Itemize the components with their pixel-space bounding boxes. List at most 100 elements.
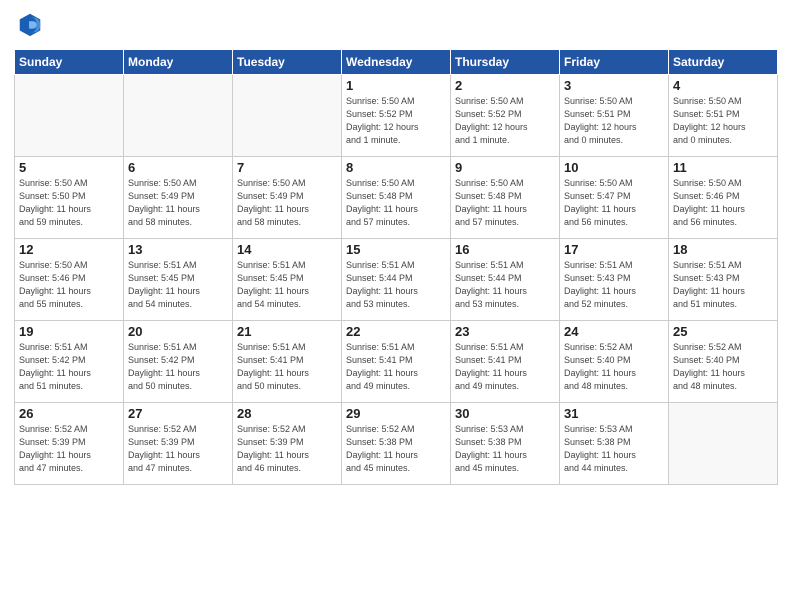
day-number: 12: [19, 242, 119, 257]
day-info: Sunrise: 5:51 AM Sunset: 5:42 PM Dayligh…: [19, 341, 119, 393]
day-info: Sunrise: 5:50 AM Sunset: 5:49 PM Dayligh…: [237, 177, 337, 229]
calendar-cell: 9 Sunrise: 5:50 AM Sunset: 5:48 PM Daylig…: [451, 157, 560, 239]
day-number: 11: [673, 160, 773, 175]
calendar-cell: 24 Sunrise: 5:52 AM Sunset: 5:40 PM Dayli…: [560, 321, 669, 403]
calendar-cell: 20 Sunrise: 5:51 AM Sunset: 5:42 PM Dayli…: [124, 321, 233, 403]
day-number: 13: [128, 242, 228, 257]
calendar-cell: 26Sunrise: 5:52 AM Sunset: 5:39 PM Dayli…: [15, 403, 124, 485]
day-number: 5: [19, 160, 119, 175]
calendar-cell: 12 Sunrise: 5:50 AM Sunset: 5:46 PM Dayli…: [15, 239, 124, 321]
calendar-cell: 29 Sunrise: 5:52 AM Sunset: 5:38 PM Dayli…: [342, 403, 451, 485]
day-number: 8: [346, 160, 446, 175]
calendar-cell: 13 Sunrise: 5:51 AM Sunset: 5:45 PM Dayli…: [124, 239, 233, 321]
day-info: Sunrise: 5:50 AM Sunset: 5:46 PM Dayligh…: [673, 177, 773, 229]
day-info: Sunrise: 5:50 AM Sunset: 5:49 PM Dayligh…: [128, 177, 228, 229]
day-info: Sunrise: 5:52 AM Sunset: 5:40 PM Dayligh…: [564, 341, 664, 393]
calendar-cell: 21 Sunrise: 5:51 AM Sunset: 5:41 PM Dayli…: [233, 321, 342, 403]
day-info: Sunrise: 5:53 AM Sunset: 5:38 PM Dayligh…: [564, 423, 664, 475]
day-info: Sunrise: 5:51 AM Sunset: 5:43 PM Dayligh…: [673, 259, 773, 311]
day-info: Sunrise: 5:50 AM Sunset: 5:51 PM Dayligh…: [673, 95, 773, 147]
day-info: Sunrise: 5:50 AM Sunset: 5:50 PM Dayligh…: [19, 177, 119, 229]
weekday-header: Sunday: [15, 50, 124, 75]
day-info: Sunrise: 5:50 AM Sunset: 5:48 PM Dayligh…: [455, 177, 555, 229]
calendar-cell: 5 Sunrise: 5:50 AM Sunset: 5:50 PM Daylig…: [15, 157, 124, 239]
weekday-header: Friday: [560, 50, 669, 75]
calendar-week-row: 19Sunrise: 5:51 AM Sunset: 5:42 PM Dayli…: [15, 321, 778, 403]
weekday-header: Saturday: [669, 50, 778, 75]
weekday-header: Monday: [124, 50, 233, 75]
day-number: 28: [237, 406, 337, 421]
calendar-cell: 1 Sunrise: 5:50 AM Sunset: 5:52 PM Daylig…: [342, 75, 451, 157]
calendar-cell: 23Sunrise: 5:51 AM Sunset: 5:41 PM Dayli…: [451, 321, 560, 403]
calendar-cell: 10Sunrise: 5:50 AM Sunset: 5:47 PM Dayli…: [560, 157, 669, 239]
day-info: Sunrise: 5:52 AM Sunset: 5:39 PM Dayligh…: [128, 423, 228, 475]
calendar-table: SundayMondayTuesdayWednesdayThursdayFrid…: [14, 49, 778, 485]
day-info: Sunrise: 5:52 AM Sunset: 5:39 PM Dayligh…: [237, 423, 337, 475]
calendar-cell: 16 Sunrise: 5:51 AM Sunset: 5:44 PM Dayli…: [451, 239, 560, 321]
day-info: Sunrise: 5:50 AM Sunset: 5:52 PM Dayligh…: [346, 95, 446, 147]
day-number: 14: [237, 242, 337, 257]
calendar-cell: 28 Sunrise: 5:52 AM Sunset: 5:39 PM Dayli…: [233, 403, 342, 485]
day-info: Sunrise: 5:51 AM Sunset: 5:44 PM Dayligh…: [455, 259, 555, 311]
weekday-header: Thursday: [451, 50, 560, 75]
day-info: Sunrise: 5:53 AM Sunset: 5:38 PM Dayligh…: [455, 423, 555, 475]
day-number: 25: [673, 324, 773, 339]
day-info: Sunrise: 5:51 AM Sunset: 5:41 PM Dayligh…: [455, 341, 555, 393]
calendar-cell: 8 Sunrise: 5:50 AM Sunset: 5:48 PM Daylig…: [342, 157, 451, 239]
day-info: Sunrise: 5:51 AM Sunset: 5:45 PM Dayligh…: [237, 259, 337, 311]
day-number: 7: [237, 160, 337, 175]
header: [14, 10, 778, 43]
day-number: 17: [564, 242, 664, 257]
day-number: 20: [128, 324, 228, 339]
day-info: Sunrise: 5:50 AM Sunset: 5:51 PM Dayligh…: [564, 95, 664, 147]
calendar-cell: [15, 75, 124, 157]
day-number: 2: [455, 78, 555, 93]
calendar-header-row: SundayMondayTuesdayWednesdayThursdayFrid…: [15, 50, 778, 75]
day-info: Sunrise: 5:51 AM Sunset: 5:44 PM Dayligh…: [346, 259, 446, 311]
day-number: 24: [564, 324, 664, 339]
day-info: Sunrise: 5:51 AM Sunset: 5:43 PM Dayligh…: [564, 259, 664, 311]
day-info: Sunrise: 5:50 AM Sunset: 5:46 PM Dayligh…: [19, 259, 119, 311]
calendar-cell: [124, 75, 233, 157]
calendar-cell: 14 Sunrise: 5:51 AM Sunset: 5:45 PM Dayli…: [233, 239, 342, 321]
calendar-cell: 25 Sunrise: 5:52 AM Sunset: 5:40 PM Dayli…: [669, 321, 778, 403]
day-number: 4: [673, 78, 773, 93]
weekday-header: Tuesday: [233, 50, 342, 75]
day-info: Sunrise: 5:51 AM Sunset: 5:42 PM Dayligh…: [128, 341, 228, 393]
day-info: Sunrise: 5:51 AM Sunset: 5:41 PM Dayligh…: [237, 341, 337, 393]
day-info: Sunrise: 5:52 AM Sunset: 5:40 PM Dayligh…: [673, 341, 773, 393]
day-number: 16: [455, 242, 555, 257]
page-container: SundayMondayTuesdayWednesdayThursdayFrid…: [0, 0, 792, 612]
calendar-cell: 30 Sunrise: 5:53 AM Sunset: 5:38 PM Dayli…: [451, 403, 560, 485]
day-info: Sunrise: 5:51 AM Sunset: 5:45 PM Dayligh…: [128, 259, 228, 311]
day-info: Sunrise: 5:52 AM Sunset: 5:38 PM Dayligh…: [346, 423, 446, 475]
logo: [14, 10, 44, 43]
day-number: 30: [455, 406, 555, 421]
day-number: 18: [673, 242, 773, 257]
day-number: 27: [128, 406, 228, 421]
logo-icon: [16, 10, 44, 38]
calendar-cell: [669, 403, 778, 485]
day-info: Sunrise: 5:50 AM Sunset: 5:52 PM Dayligh…: [455, 95, 555, 147]
day-number: 29: [346, 406, 446, 421]
calendar-cell: 22Sunrise: 5:51 AM Sunset: 5:41 PM Dayli…: [342, 321, 451, 403]
calendar-cell: 15 Sunrise: 5:51 AM Sunset: 5:44 PM Dayli…: [342, 239, 451, 321]
calendar-cell: 17 Sunrise: 5:51 AM Sunset: 5:43 PM Dayli…: [560, 239, 669, 321]
day-number: 9: [455, 160, 555, 175]
calendar-cell: 4 Sunrise: 5:50 AM Sunset: 5:51 PM Daylig…: [669, 75, 778, 157]
day-info: Sunrise: 5:50 AM Sunset: 5:47 PM Dayligh…: [564, 177, 664, 229]
day-info: Sunrise: 5:51 AM Sunset: 5:41 PM Dayligh…: [346, 341, 446, 393]
calendar-cell: 18 Sunrise: 5:51 AM Sunset: 5:43 PM Dayli…: [669, 239, 778, 321]
calendar-week-row: 5 Sunrise: 5:50 AM Sunset: 5:50 PM Daylig…: [15, 157, 778, 239]
day-number: 15: [346, 242, 446, 257]
day-number: 31: [564, 406, 664, 421]
day-number: 6: [128, 160, 228, 175]
calendar-week-row: 1 Sunrise: 5:50 AM Sunset: 5:52 PM Daylig…: [15, 75, 778, 157]
day-number: 3: [564, 78, 664, 93]
calendar-cell: [233, 75, 342, 157]
day-number: 1: [346, 78, 446, 93]
day-number: 21: [237, 324, 337, 339]
calendar-cell: 27 Sunrise: 5:52 AM Sunset: 5:39 PM Dayli…: [124, 403, 233, 485]
calendar-cell: 2 Sunrise: 5:50 AM Sunset: 5:52 PM Daylig…: [451, 75, 560, 157]
day-info: Sunrise: 5:50 AM Sunset: 5:48 PM Dayligh…: [346, 177, 446, 229]
